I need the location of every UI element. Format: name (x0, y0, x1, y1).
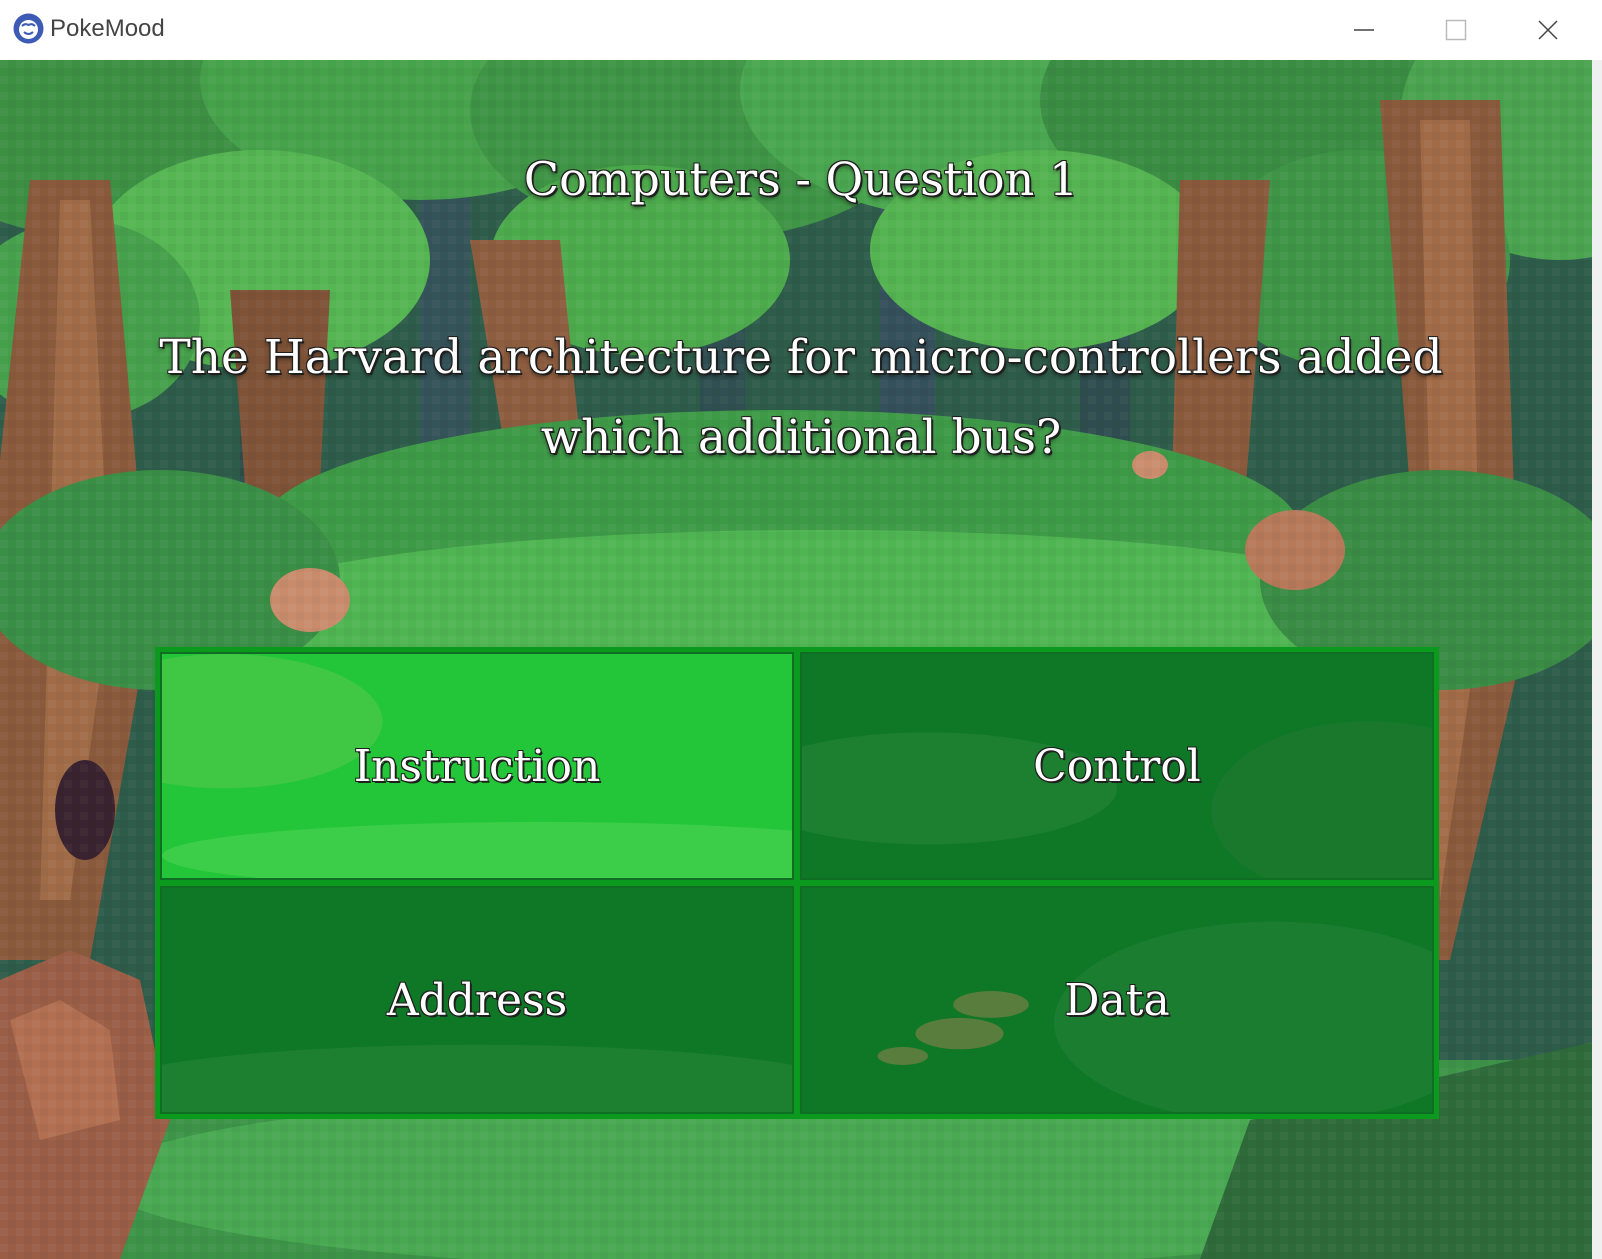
answer-grid: Instruction Control Address Data (155, 647, 1439, 1119)
quiz-scene: Computers - Question 1 The Harvard archi… (0, 60, 1602, 1259)
minimize-button[interactable] (1318, 0, 1410, 60)
answer-option-control[interactable]: Control (800, 652, 1434, 880)
close-icon (1538, 20, 1558, 40)
window-edge (1592, 60, 1602, 1259)
answer-option-address[interactable]: Address (160, 886, 794, 1114)
title-bar[interactable]: PokeMood (0, 0, 1602, 60)
answer-label: Data (1064, 974, 1170, 1026)
answer-label: Control (1033, 740, 1201, 792)
answer-option-instruction[interactable]: Instruction (160, 652, 794, 880)
question-text: The Harvard architecture for micro-contr… (159, 330, 1443, 465)
answer-option-data[interactable]: Data (800, 886, 1434, 1114)
app-window: PokeMood Computers - Question 1 The Harv… (0, 0, 1602, 1259)
maximize-button[interactable] (1410, 0, 1502, 60)
window-title: PokeMood (50, 15, 165, 42)
close-button[interactable] (1502, 0, 1594, 60)
answer-label: Instruction (353, 740, 601, 792)
minimize-icon (1354, 29, 1374, 31)
question-heading: Computers - Question 1 (523, 152, 1079, 206)
pokemood-logo-icon (13, 13, 44, 44)
maximize-icon (1445, 19, 1467, 41)
answer-label: Address (386, 974, 568, 1026)
